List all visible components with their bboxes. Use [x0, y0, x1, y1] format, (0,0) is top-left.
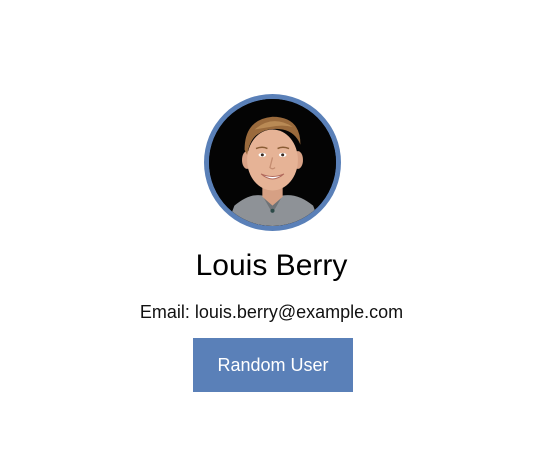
user-card: Louis Berry Email: louis.berry@example.c… — [0, 0, 543, 475]
user-email: Email: louis.berry@example.com — [139, 302, 404, 322]
avatar — [204, 94, 341, 231]
random-user-button[interactable]: Random User — [193, 338, 353, 392]
avatar-photo — [209, 99, 336, 226]
page: Louis Berry Email: louis.berry@example.c… — [0, 0, 543, 475]
user-name: Louis Berry — [195, 249, 348, 282]
user-portrait-icon — [209, 99, 336, 226]
